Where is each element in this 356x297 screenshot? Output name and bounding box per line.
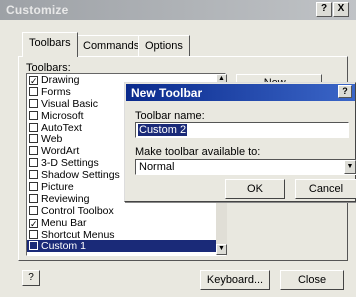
toolbar-checkbox[interactable] (29, 86, 38, 96)
cancel-button[interactable]: Cancel (295, 179, 356, 199)
toolbar-list-item-label: Custom 1 (41, 240, 86, 253)
toolbar-checkbox[interactable] (29, 98, 38, 108)
toolbar-name-value: Custom 2 (138, 124, 188, 136)
toolbar-checkbox[interactable] (29, 182, 38, 192)
toolbar-list-item-label: Visual Basic (41, 97, 99, 110)
toolbar-checkbox[interactable]: ✓ (29, 218, 38, 228)
ok-button[interactable]: OK (225, 179, 285, 199)
toolbar-name-input[interactable]: Custom 2 (135, 122, 349, 138)
scroll-down-icon[interactable]: ▼ (216, 244, 227, 255)
toolbar-list-item-label: Drawing (41, 74, 80, 86)
toolbar-list-item-label: Control Toolbox (41, 204, 114, 217)
toolbar-checkbox[interactable] (29, 193, 38, 203)
chevron-down-icon[interactable]: ▼ (344, 160, 356, 174)
toolbar-list-item[interactable]: Custom 1 (27, 240, 225, 252)
help-label: ? (320, 3, 328, 14)
toolbar-checkbox[interactable] (29, 146, 38, 156)
available-to-select[interactable]: Normal ▼ (135, 159, 356, 175)
help-button[interactable]: ? (316, 2, 332, 17)
toolbar-checkbox[interactable] (29, 205, 38, 215)
help-icon[interactable]: ? (22, 270, 40, 286)
close-label: X (337, 3, 345, 14)
available-to-label: Make toolbar available to: (135, 146, 261, 158)
customize-title-bar: Customize (0, 0, 356, 20)
new-toolbar-title-bar: New Toolbar (126, 84, 355, 101)
toolbar-checkbox[interactable] (29, 229, 38, 239)
toolbar-list-item-label: Forms (41, 85, 71, 98)
toolbar-list-item-label: Shadow Settings (41, 169, 120, 182)
new-toolbar-help-button[interactable]: ? (338, 85, 352, 98)
available-to-value: Normal (139, 161, 175, 173)
tab-toolbars[interactable]: Toolbars (22, 32, 78, 57)
toolbar-checkbox[interactable] (29, 158, 38, 168)
tab-commands-label: Commands (83, 40, 140, 52)
close-button[interactable]: X (333, 2, 349, 17)
toolbar-list-item-label: Menu Bar (41, 216, 87, 229)
toolbar-list-item-label: Shortcut Menus (41, 228, 115, 241)
new-toolbar-dialog: New Toolbar ? Toolbar name: Custom 2 Mak… (124, 82, 356, 202)
keyboard-button[interactable]: Keyboard... (200, 270, 270, 290)
tab-commands[interactable]: Commands (76, 35, 147, 56)
toolbar-checkbox[interactable] (29, 110, 38, 120)
toolbar-list-item-label: Microsoft (41, 109, 84, 122)
toolbar-list-item-label: Picture (41, 181, 74, 194)
toolbar-checkbox[interactable] (29, 170, 38, 180)
tab-toolbars-label: Toolbars (29, 37, 71, 49)
toolbar-list-item-label: Web (41, 133, 63, 146)
toolbar-list-item[interactable]: ✓ Menu Bar (27, 217, 225, 229)
toolbar-checkbox[interactable] (29, 122, 38, 132)
toolbar-checkbox[interactable] (29, 134, 38, 144)
toolbar-list-item-label: 3-D Settings (41, 157, 99, 170)
toolbar-checkbox[interactable]: ✓ (29, 76, 38, 86)
toolbar-checkbox[interactable] (29, 241, 38, 251)
toolbar-list-item-label: AutoText (41, 121, 82, 134)
toolbar-list-item-label: Reviewing (41, 192, 90, 205)
window-title: Customize (6, 3, 69, 17)
close-dialog-button[interactable]: Close (280, 270, 344, 290)
tab-options[interactable]: Options (138, 35, 190, 56)
toolbar-list-item[interactable]: Shortcut Menus (27, 229, 225, 241)
tab-options-label: Options (145, 40, 183, 52)
toolbar-name-label: Toolbar name: (135, 110, 205, 122)
toolbar-list-item[interactable]: Control Toolbox (27, 205, 225, 217)
new-toolbar-title: New Toolbar (131, 86, 203, 100)
toolbar-list-item-label: WordArt (41, 145, 80, 158)
